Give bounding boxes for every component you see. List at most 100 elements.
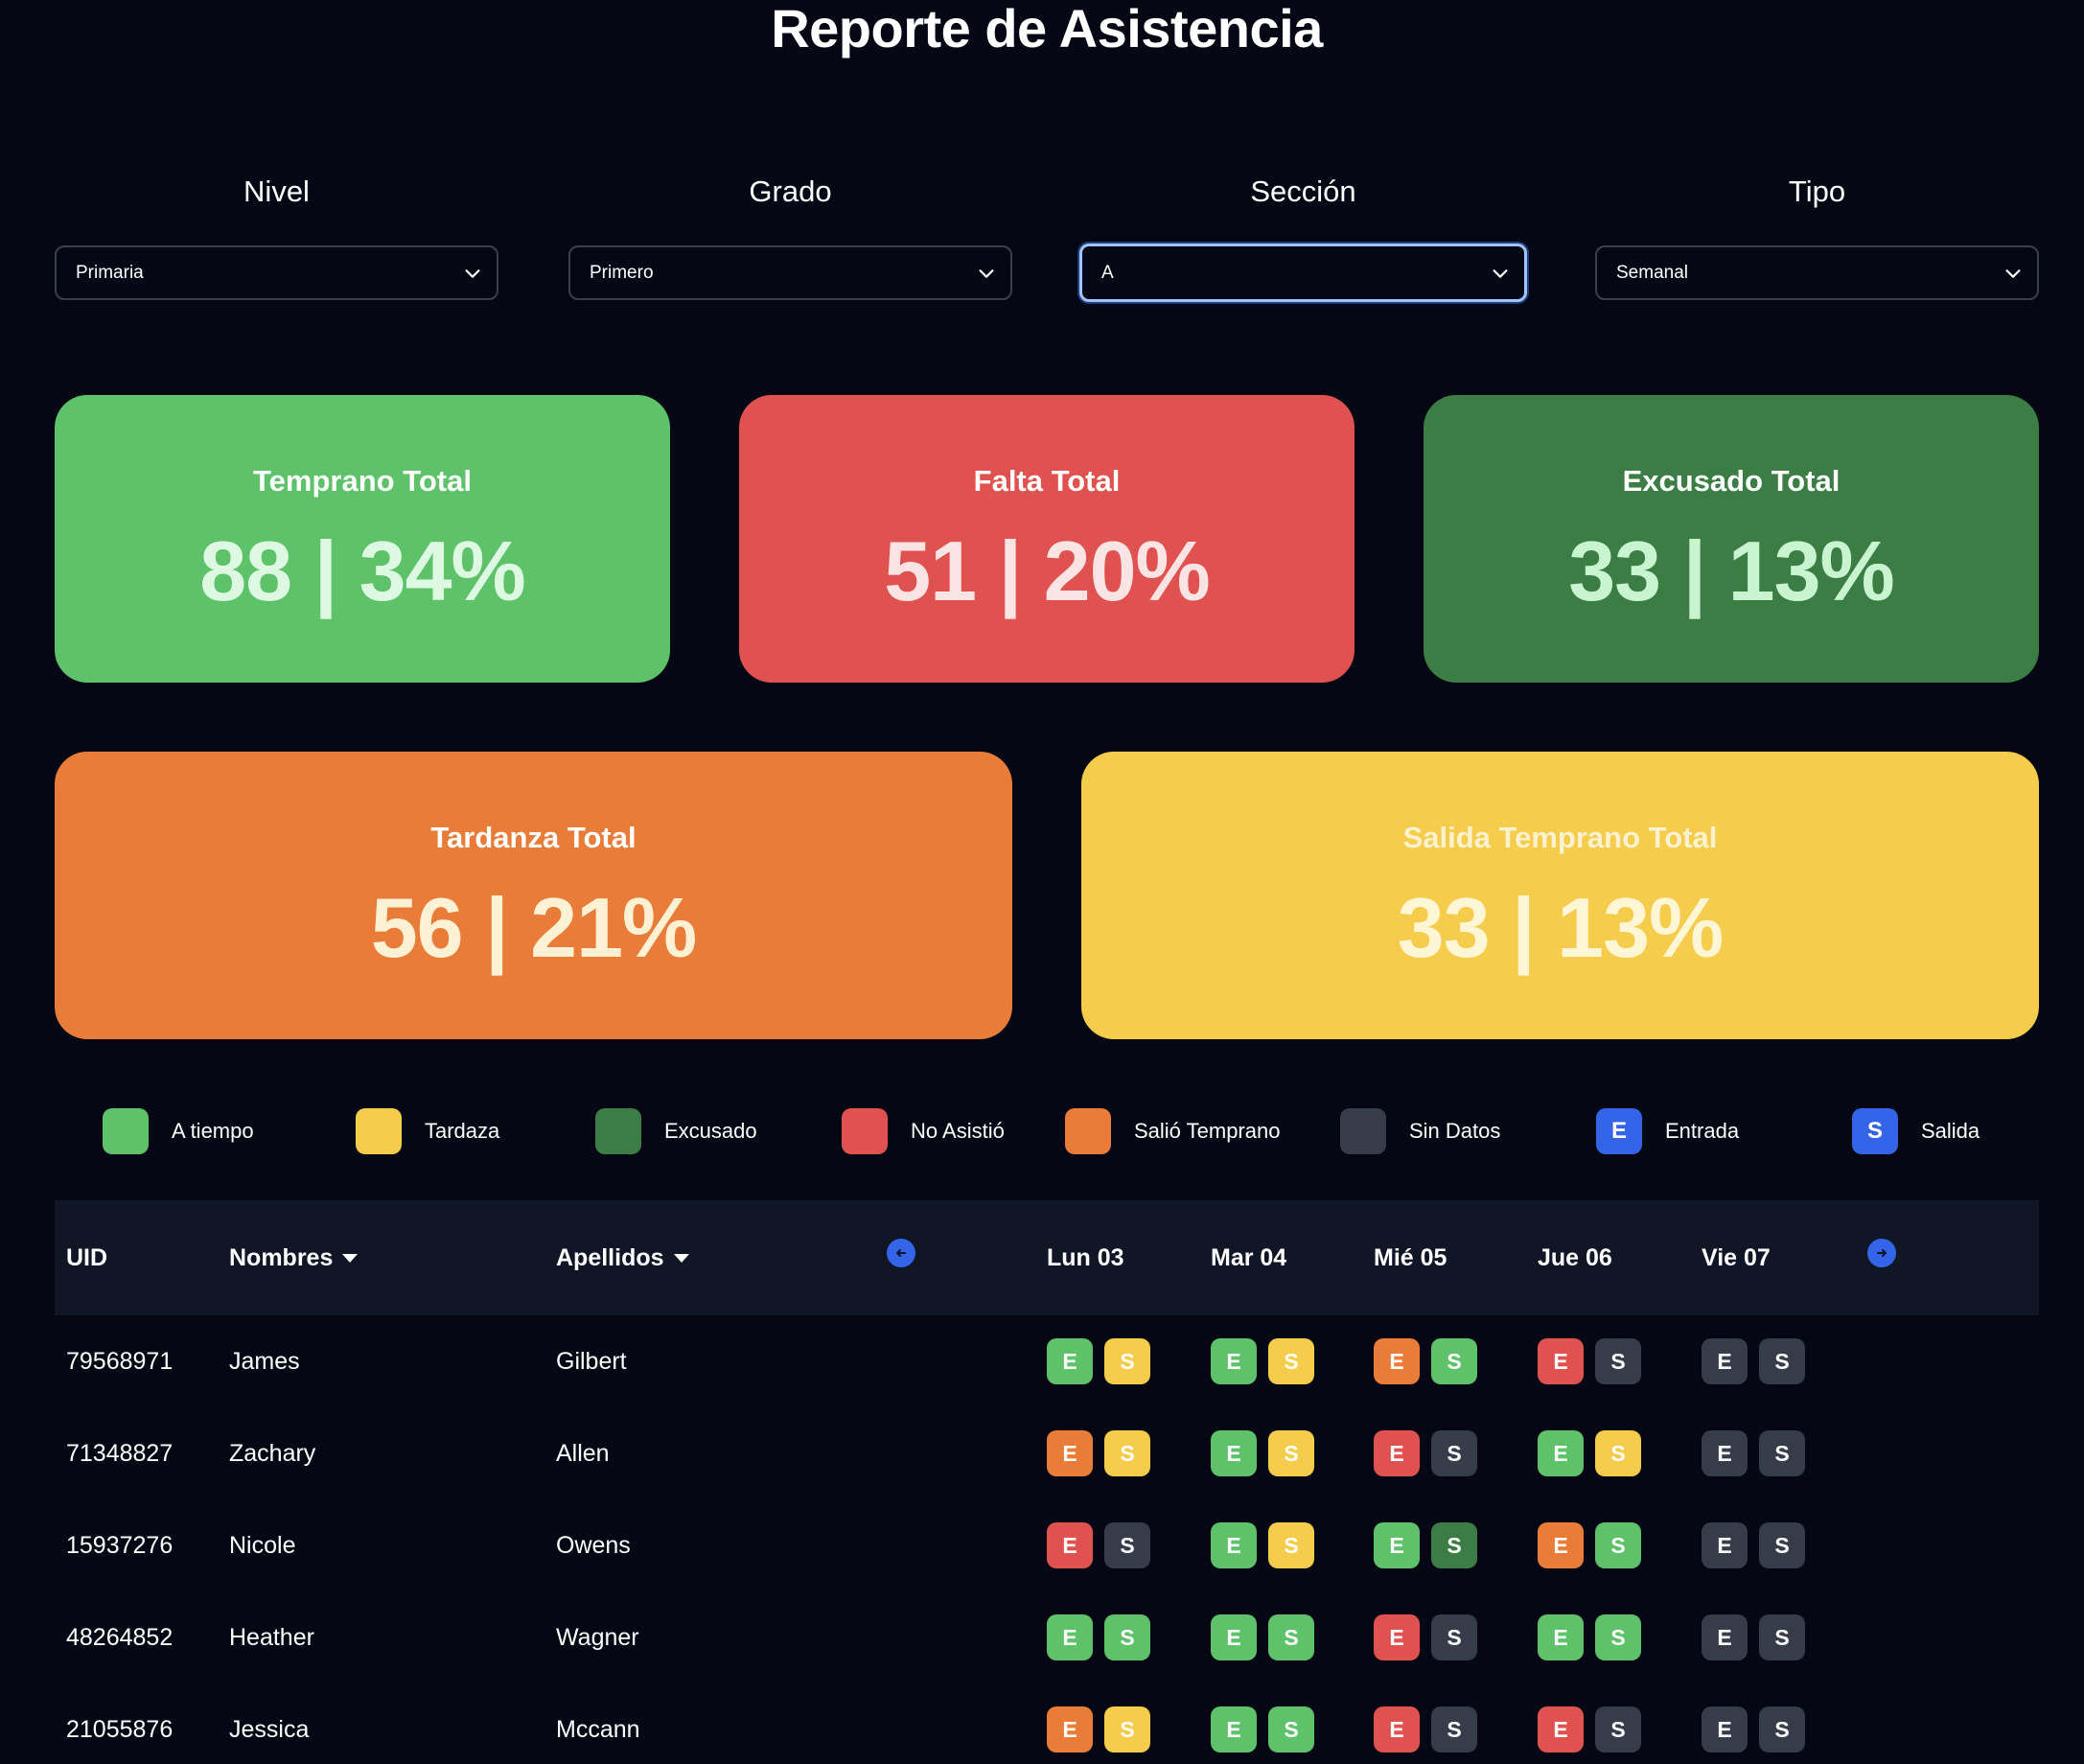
filter-seccion: Sección A bbox=[1079, 171, 1527, 302]
salida-status-badge: S bbox=[1268, 1338, 1314, 1384]
entrada-status-badge: E bbox=[1047, 1338, 1093, 1384]
salida-status-badge: S bbox=[1104, 1522, 1150, 1568]
table-row: 71348827 Zachary Allen E S E S E S E S E S bbox=[55, 1407, 2039, 1499]
entrada-status-badge: E bbox=[1374, 1522, 1420, 1568]
salida-status-badge: S bbox=[1431, 1706, 1477, 1752]
card-temprano-total: Temprano Total 88 | 34% bbox=[55, 395, 670, 683]
entrada-status-badge: E bbox=[1374, 1706, 1420, 1752]
entrada-status-badge: E bbox=[1702, 1614, 1748, 1660]
entrada-status-badge: E bbox=[1538, 1522, 1584, 1568]
tipo-select[interactable]: Semanal bbox=[1595, 245, 2039, 300]
attendance-report-page: Reporte de Asistencia Nivel Primaria Gra… bbox=[0, 0, 2084, 1764]
entrada-status-badge: E bbox=[1047, 1430, 1093, 1476]
salida-status-badge: S bbox=[1595, 1338, 1641, 1384]
card-title: Temprano Total bbox=[253, 464, 472, 498]
salida-status-badge: S bbox=[1595, 1430, 1641, 1476]
column-header-apellidos[interactable]: Apellidos bbox=[556, 1200, 689, 1315]
table-row: 21055876 Jessica Mccann E S E S E S E S E S bbox=[55, 1683, 2039, 1764]
legend-a-tiempo: A tiempo bbox=[103, 1107, 254, 1155]
sort-caret-icon bbox=[342, 1253, 359, 1263]
column-header-day: Mar 04 bbox=[1211, 1200, 1286, 1315]
legend-entrada: E Entrada bbox=[1596, 1107, 1739, 1155]
entrada-status-badge: E bbox=[1374, 1614, 1420, 1660]
filter-label: Nivel bbox=[243, 174, 310, 208]
salida-status-badge: S bbox=[1104, 1706, 1150, 1752]
page-title: Reporte de Asistencia bbox=[771, 0, 1323, 58]
card-value: 51 | 20% bbox=[884, 523, 1211, 618]
salida-status-badge: S bbox=[1104, 1338, 1150, 1384]
nombre-cell: Nicole bbox=[229, 1531, 296, 1559]
nivel-select[interactable]: Primaria bbox=[55, 245, 498, 300]
day-label: Mié 05 bbox=[1374, 1243, 1447, 1271]
salida-status-badge: S bbox=[1595, 1706, 1641, 1752]
salida-status-badge: S bbox=[1431, 1614, 1477, 1660]
entrada-status-badge: E bbox=[1538, 1338, 1584, 1384]
card-title: Salida Temprano Total bbox=[1402, 821, 1718, 854]
column-header-nombres[interactable]: Nombres bbox=[229, 1200, 359, 1315]
card-falta-total: Falta Total 51 | 20% bbox=[739, 395, 1355, 683]
nombre-cell: Heather bbox=[229, 1623, 314, 1651]
salida-status-badge: S bbox=[1759, 1522, 1805, 1568]
entrada-status-badge: E bbox=[1047, 1706, 1093, 1752]
filter-label: Grado bbox=[749, 174, 832, 208]
uid-cell: 21055876 bbox=[66, 1715, 174, 1743]
entrada-status-badge: E bbox=[1702, 1706, 1748, 1752]
salida-status-badge: S bbox=[1268, 1614, 1314, 1660]
legend-label: Sin Datos bbox=[1409, 1119, 1501, 1143]
filter-grado: Grado Primero bbox=[568, 171, 1012, 300]
column-header-label: Apellidos bbox=[556, 1243, 664, 1271]
filter-label: Sección bbox=[1250, 174, 1356, 208]
apellido-cell: Owens bbox=[556, 1531, 631, 1559]
legend-tardaza: Tardaza bbox=[356, 1107, 499, 1155]
chevron-down-icon bbox=[2005, 268, 2021, 278]
card-title: Excusado Total bbox=[1622, 464, 1841, 498]
salida-status-badge: S bbox=[1759, 1706, 1805, 1752]
salida-status-badge: S bbox=[1268, 1522, 1314, 1568]
salida-status-badge: S bbox=[1268, 1430, 1314, 1476]
legend-swatch bbox=[842, 1108, 888, 1154]
salida-status-badge: S bbox=[1759, 1614, 1805, 1660]
seccion-select[interactable]: A bbox=[1079, 244, 1527, 302]
prev-week-button[interactable] bbox=[887, 1239, 915, 1267]
table-header: UID Nombres Apellidos Lun 03 Mar 04 Mié … bbox=[55, 1200, 2039, 1315]
table-row: 79568971 James Gilbert E S E S E S E S E S bbox=[55, 1315, 2039, 1407]
chevron-down-icon bbox=[979, 268, 994, 278]
entrada-status-badge: E bbox=[1702, 1430, 1748, 1476]
sort-caret-icon bbox=[673, 1253, 689, 1263]
legend-salida: S Salida bbox=[1852, 1107, 1980, 1155]
card-tardanza-total: Tardanza Total 56 | 21% bbox=[55, 752, 1012, 1039]
salida-status-badge: S bbox=[1759, 1338, 1805, 1384]
salida-status-badge: S bbox=[1595, 1522, 1641, 1568]
legend-label: Salió Temprano bbox=[1134, 1119, 1281, 1143]
select-value: A bbox=[1101, 262, 1114, 283]
next-week-button[interactable] bbox=[1867, 1239, 1896, 1267]
entrada-status-badge: E bbox=[1702, 1338, 1748, 1384]
salida-status-badge: S bbox=[1431, 1522, 1477, 1568]
legend-label: Salida bbox=[1921, 1119, 1980, 1143]
entrada-status-badge: E bbox=[1538, 1706, 1584, 1752]
table-row: 15937276 Nicole Owens E S E S E S E S E S bbox=[55, 1499, 2039, 1591]
column-header-uid: UID bbox=[66, 1200, 107, 1315]
column-header-label: UID bbox=[66, 1243, 108, 1271]
legend-label: Excusado bbox=[664, 1119, 757, 1143]
salida-status-badge: S bbox=[1104, 1614, 1150, 1660]
entrada-status-badge: E bbox=[1047, 1614, 1093, 1660]
select-value: Semanal bbox=[1616, 262, 1688, 283]
day-label: Lun 03 bbox=[1047, 1243, 1124, 1271]
entrada-status-badge: E bbox=[1211, 1706, 1257, 1752]
chevron-down-icon bbox=[465, 268, 480, 278]
apellido-cell: Wagner bbox=[556, 1623, 639, 1651]
legend-swatch bbox=[356, 1108, 402, 1154]
column-header-label: Nombres bbox=[229, 1243, 334, 1271]
entrada-status-badge: E bbox=[1538, 1614, 1584, 1660]
apellido-cell: Allen bbox=[556, 1439, 610, 1467]
legend-swatch: S bbox=[1852, 1108, 1898, 1154]
apellido-cell: Mccann bbox=[556, 1715, 640, 1743]
legend-no-asistio: No Asistió bbox=[842, 1107, 1005, 1155]
legend-swatch bbox=[1340, 1108, 1386, 1154]
nombre-cell: James bbox=[229, 1347, 300, 1375]
grado-select[interactable]: Primero bbox=[568, 245, 1012, 300]
entrada-status-badge: E bbox=[1211, 1430, 1257, 1476]
table-row: 48264852 Heather Wagner E S E S E S E S E S bbox=[55, 1591, 2039, 1683]
legend-excusado: Excusado bbox=[595, 1107, 757, 1155]
